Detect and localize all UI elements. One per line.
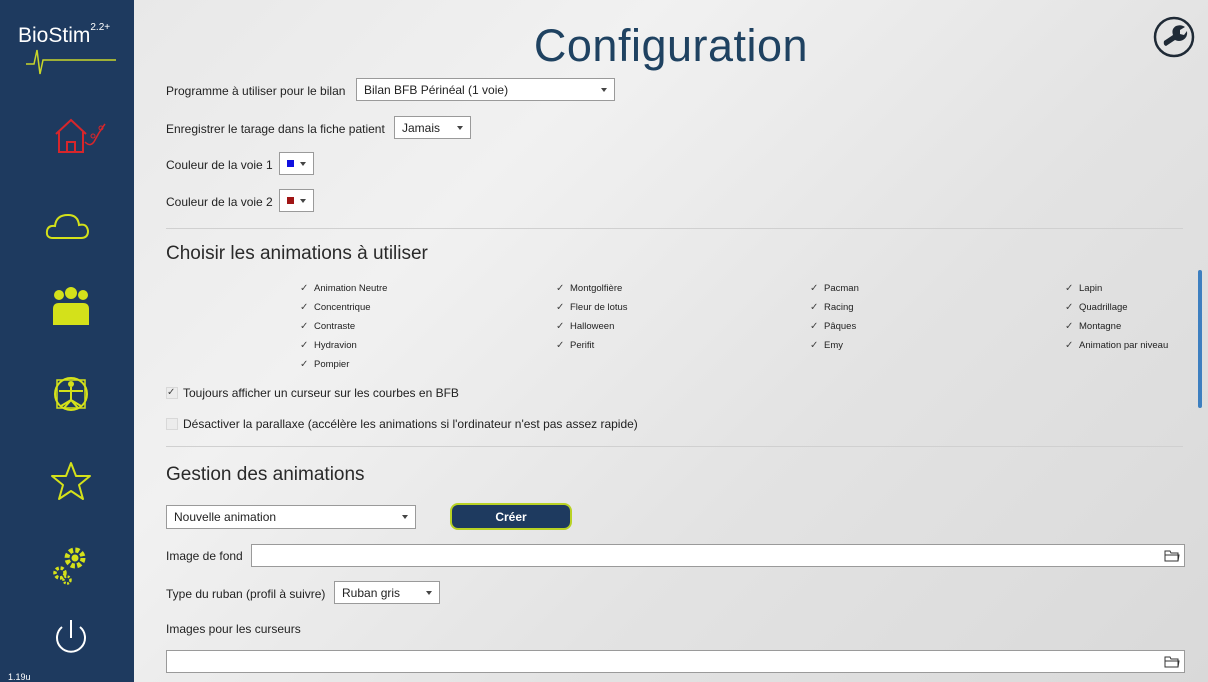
animation-checkbox[interactable]: ✓ Perifit bbox=[556, 340, 594, 351]
channel2-label: Couleur de la voie 2 bbox=[166, 195, 273, 209]
chevron-down-icon bbox=[601, 87, 607, 92]
chevron-down-icon bbox=[300, 198, 306, 203]
program-label: Programme à utiliser pour le bilan bbox=[166, 84, 346, 98]
checkmark-icon: ✓ bbox=[556, 302, 565, 313]
checkmark-icon: ✓ bbox=[810, 321, 819, 332]
animations-heading: Choisir les animations à utiliser bbox=[166, 243, 428, 264]
animation-checkbox[interactable]: ✓ Pacman bbox=[810, 283, 859, 294]
power-icon bbox=[56, 620, 86, 653]
cursor-images-input[interactable] bbox=[166, 650, 1185, 673]
ribbon-type-label: Type du ruban (profil à suivre) bbox=[166, 587, 326, 601]
animation-checkbox[interactable]: ✓ Animation Neutre bbox=[300, 283, 387, 294]
checkmark-icon: ✓ bbox=[1065, 302, 1074, 313]
checkmark-icon: ✓ bbox=[300, 283, 309, 294]
folder-icon[interactable] bbox=[1164, 549, 1180, 563]
cursor-images-label: Images pour les curseurs bbox=[166, 622, 301, 636]
animation-checkbox[interactable]: ✓ Lapin bbox=[1065, 283, 1102, 294]
sidebar-item-patients[interactable] bbox=[41, 285, 101, 335]
animation-checkbox[interactable]: ✓ Pâques bbox=[810, 321, 856, 332]
checkmark-icon: ✓ bbox=[166, 387, 178, 399]
cursor-option-checkbox[interactable]: ✓ Toujours afficher un curseur sur les c… bbox=[166, 386, 459, 400]
chevron-down-icon bbox=[402, 515, 408, 519]
sidebar: BioStim2.2+ 1.19u bbox=[0, 0, 134, 682]
channel2-color-swatch bbox=[287, 197, 294, 204]
checkmark-icon: ✓ bbox=[300, 340, 309, 351]
tarage-label: Enregistrer le tarage dans la fiche pati… bbox=[166, 122, 385, 136]
channel2-color-picker[interactable] bbox=[279, 189, 314, 212]
empty-checkbox-icon bbox=[166, 418, 178, 430]
group-icon bbox=[53, 287, 89, 325]
sidebar-item-anatomy[interactable] bbox=[41, 370, 101, 420]
checkmark-icon: ✓ bbox=[1065, 321, 1074, 332]
checkmark-icon: ✓ bbox=[556, 283, 565, 294]
chevron-down-icon bbox=[457, 125, 463, 130]
animation-checkbox[interactable]: ✓ Pompier bbox=[300, 359, 349, 370]
parallax-option-checkbox[interactable]: Désactiver la parallaxe (accélère les an… bbox=[166, 417, 638, 431]
version-label: 1.19u bbox=[8, 672, 31, 682]
checkmark-icon: ✓ bbox=[810, 340, 819, 351]
divider bbox=[166, 446, 1183, 447]
star-icon bbox=[51, 462, 91, 500]
checkmark-icon: ✓ bbox=[810, 302, 819, 313]
checkmark-icon: ✓ bbox=[300, 302, 309, 313]
animation-checkbox[interactable]: ✓ Halloween bbox=[556, 321, 614, 332]
animation-checkbox[interactable]: ✓ Contraste bbox=[300, 321, 355, 332]
animation-checkbox[interactable]: ✓ Fleur de lotus bbox=[556, 302, 628, 313]
logo-wave-icon bbox=[26, 49, 116, 75]
sidebar-item-settings[interactable] bbox=[41, 540, 101, 590]
animation-checkbox[interactable]: ✓ Emy bbox=[810, 340, 843, 351]
checkmark-icon: ✓ bbox=[1065, 283, 1074, 294]
channel1-color-picker[interactable] bbox=[279, 152, 314, 175]
new-animation-select[interactable]: Nouvelle animation bbox=[166, 505, 416, 529]
animation-checkbox[interactable]: ✓ Hydravion bbox=[300, 340, 357, 351]
create-button[interactable]: Créer bbox=[450, 503, 572, 530]
animation-checkbox[interactable]: ✓ Montagne bbox=[1065, 321, 1121, 332]
ribbon-type-select[interactable]: Ruban gris bbox=[334, 581, 440, 604]
main-content: Configuration Programme à utiliser pour … bbox=[134, 0, 1208, 682]
sidebar-item-power[interactable] bbox=[41, 612, 101, 662]
sidebar-item-home[interactable] bbox=[41, 112, 106, 162]
animation-checkbox[interactable]: ✓ Animation par niveau bbox=[1065, 340, 1168, 351]
wrench-icon[interactable] bbox=[1153, 16, 1195, 58]
cloud-icon bbox=[45, 213, 90, 239]
channel1-label: Couleur de la voie 1 bbox=[166, 158, 273, 172]
animation-checkbox[interactable]: ✓ Montgolfière bbox=[556, 283, 622, 294]
program-select[interactable]: Bilan BFB Périnéal (1 voie) bbox=[356, 78, 615, 101]
animation-checkbox[interactable]: ✓ Racing bbox=[810, 302, 854, 313]
page-title: Configuration bbox=[533, 20, 809, 71]
home-link-icon bbox=[55, 118, 106, 153]
checkmark-icon: ✓ bbox=[556, 340, 565, 351]
gears-icon bbox=[53, 547, 86, 585]
vertical-scrollbar[interactable] bbox=[1198, 270, 1202, 408]
checkmark-icon: ✓ bbox=[810, 283, 819, 294]
background-image-label: Image de fond bbox=[166, 549, 243, 563]
checkmark-icon: ✓ bbox=[300, 321, 309, 332]
tarage-select[interactable]: Jamais bbox=[394, 116, 471, 139]
sidebar-item-favorites[interactable] bbox=[41, 457, 101, 507]
checkmark-icon: ✓ bbox=[300, 359, 309, 370]
app-logo: BioStim2.2+ bbox=[18, 22, 111, 47]
chevron-down-icon bbox=[426, 590, 432, 595]
vitruvian-man-icon bbox=[54, 377, 88, 411]
management-heading: Gestion des animations bbox=[166, 464, 365, 485]
chevron-down-icon bbox=[300, 161, 306, 166]
animation-checkbox[interactable]: ✓ Quadrillage bbox=[1065, 302, 1128, 313]
checkmark-icon: ✓ bbox=[556, 321, 565, 332]
channel1-color-swatch bbox=[287, 160, 294, 167]
animation-checkbox[interactable]: ✓ Concentrique bbox=[300, 302, 371, 313]
sidebar-item-cloud[interactable] bbox=[41, 200, 101, 250]
divider bbox=[166, 228, 1183, 229]
checkmark-icon: ✓ bbox=[1065, 340, 1074, 351]
background-image-input[interactable] bbox=[251, 544, 1185, 567]
folder-icon[interactable] bbox=[1164, 655, 1180, 669]
